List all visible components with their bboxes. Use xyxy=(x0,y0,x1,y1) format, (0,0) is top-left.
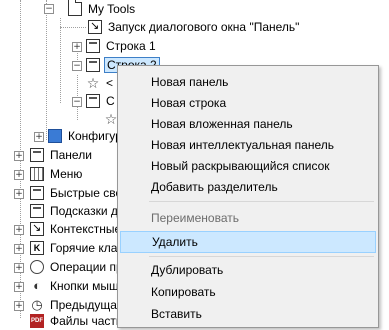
star-icon: ☆ xyxy=(86,75,100,91)
menu-item-label: Новый раскрывающийся список xyxy=(151,159,330,173)
expand-toggle[interactable]: + xyxy=(14,189,24,199)
tree-node-label: Кнопки мыш xyxy=(50,279,119,293)
dialog-launcher-icon xyxy=(88,19,102,34)
tree-node-hotkeys[interactable]: K Горячие клав xyxy=(30,239,126,257)
expand-toggle[interactable]: + xyxy=(34,132,44,142)
panels-icon xyxy=(30,148,44,162)
menu-separator xyxy=(149,201,374,202)
menu-item-label: Новая строка xyxy=(151,96,227,110)
tree-node-label: Меню xyxy=(50,167,83,181)
tree-node-label: Горячие клав xyxy=(50,241,124,255)
menu-icon xyxy=(30,167,44,181)
tree-line xyxy=(60,27,86,28)
tree-node-tooltips[interactable]: Подсказки д xyxy=(30,202,120,220)
tree-node-label: Операции пр xyxy=(50,260,123,274)
menu-item-label: Дублировать xyxy=(151,263,224,277)
expand-toggle[interactable]: + xyxy=(14,244,24,254)
collapse-toggle[interactable]: − xyxy=(72,61,82,71)
expand-toggle[interactable]: + xyxy=(14,301,24,311)
menu-item-rename: Переименовать xyxy=(120,207,376,229)
tree-node-label: С xyxy=(106,94,115,108)
tree-node-label: Предыдущая xyxy=(50,298,124,312)
keyboard-shortcut-icon: K xyxy=(30,241,44,255)
menu-item-copy[interactable]: Копировать xyxy=(120,281,376,303)
tree-node-my-tools[interactable]: My Tools xyxy=(68,0,137,18)
tree-node-context-menus[interactable]: Контекстные xyxy=(30,220,123,238)
menu-item-label: Удалить xyxy=(152,235,198,249)
menu-item-paste[interactable]: Вставить xyxy=(120,303,376,325)
menu-item-delete[interactable]: Удалить xyxy=(120,231,376,253)
mouse-icon: ◐ xyxy=(33,278,41,293)
menu-separator xyxy=(149,256,374,257)
tree-node-label: My Tools xyxy=(88,2,136,16)
tree-node-part-files[interactable]: PDF Файлы части xyxy=(30,312,125,330)
collapse-toggle[interactable]: − xyxy=(72,97,82,107)
star-icon: ☆ xyxy=(104,111,118,127)
expand-toggle[interactable]: + xyxy=(14,225,24,235)
tree-node-label: < xyxy=(106,76,114,90)
tooltip-icon xyxy=(30,204,44,218)
expand-toggle[interactable]: + xyxy=(14,282,24,292)
tree-node-label: Запуск диалогового окна "Панель" xyxy=(108,20,300,34)
tree-line xyxy=(60,18,61,103)
menu-item-new-panel[interactable]: Новая панель xyxy=(120,71,376,93)
menu-item-label: Добавить разделитель xyxy=(151,180,278,194)
operations-icon xyxy=(30,260,44,274)
context-menu-icon xyxy=(30,221,44,236)
menu-item-label: Новая панель xyxy=(151,75,229,89)
tree-node-label: Конфигур xyxy=(68,129,122,143)
expand-toggle[interactable]: + xyxy=(72,42,82,52)
menu-item-new-smart-panel[interactable]: Новая интеллектуальная панель xyxy=(120,134,376,156)
pdf-icon: PDF xyxy=(30,314,44,328)
menu-item-label: Новая интеллектуальная панель xyxy=(151,138,334,152)
tree-node-launch-dialog[interactable]: Запуск диалогового окна "Панель" xyxy=(88,18,301,36)
tree-node-label: Панели xyxy=(50,148,92,162)
row-icon xyxy=(86,94,100,108)
menu-item-label: Копировать xyxy=(151,285,216,299)
menu-item-label: Вставить xyxy=(151,307,202,321)
tree-line xyxy=(46,0,47,140)
menu-item-add-separator[interactable]: Добавить разделитель xyxy=(120,176,376,198)
tree-node-operations[interactable]: Операции пр xyxy=(30,258,125,276)
tree-node-row-1[interactable]: Строка 1 xyxy=(86,37,158,55)
collapse-toggle[interactable]: − xyxy=(44,4,54,14)
tree-node-star-item[interactable]: ☆ < xyxy=(86,74,115,92)
tree-node-label: Контекстные xyxy=(50,222,122,236)
context-menu: Новая панель Новая строка Новая вложенна… xyxy=(117,65,379,328)
expand-toggle[interactable]: + xyxy=(14,151,24,161)
tree-node-panels[interactable]: Панели xyxy=(30,146,94,164)
expand-toggle[interactable]: + xyxy=(14,170,24,180)
row-icon xyxy=(86,39,100,53)
menu-item-label: Новая вложенная панель xyxy=(151,117,293,131)
menu-item-label: Переименовать xyxy=(151,211,239,225)
menu-item-new-row[interactable]: Новая строка xyxy=(120,92,376,114)
tree-node-row[interactable]: С xyxy=(86,92,117,110)
tree-node-label: Файлы части xyxy=(50,314,123,328)
tree-node-quick-properties[interactable]: Быстрые сво xyxy=(30,184,124,202)
tree-node-label: Строка 1 xyxy=(106,39,156,53)
tree-node-label: Подсказки д xyxy=(50,204,118,218)
clock-icon: ◷ xyxy=(31,297,43,312)
menu-item-duplicate[interactable]: Дублировать xyxy=(120,259,376,281)
tree-node-menu[interactable]: Меню xyxy=(30,165,84,183)
configuration-icon xyxy=(48,129,62,143)
tree-node-mouse-buttons[interactable]: ◐ Кнопки мыш xyxy=(30,277,121,295)
menu-item-new-nested-panel[interactable]: Новая вложенная панель xyxy=(120,113,376,135)
folder-icon xyxy=(68,0,82,16)
tree-node-config[interactable]: Конфигур xyxy=(48,127,124,145)
menu-item-new-dropdown[interactable]: Новый раскрывающийся список xyxy=(120,155,376,177)
tree-node-label: Быстрые сво xyxy=(50,186,123,200)
expand-toggle[interactable]: + xyxy=(14,263,24,273)
quick-properties-icon xyxy=(30,186,44,200)
row-icon xyxy=(86,58,100,72)
